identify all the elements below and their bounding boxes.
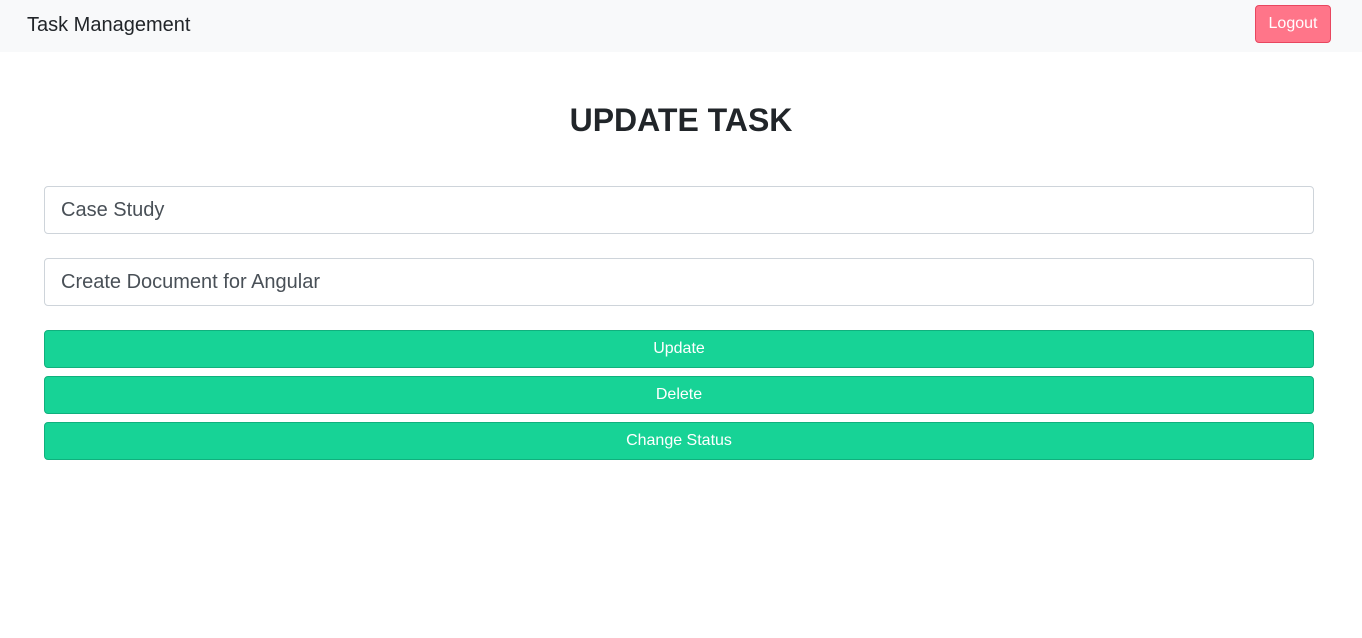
navbar: Task Management Logout — [0, 0, 1362, 52]
task-description-input[interactable] — [44, 258, 1314, 306]
task-title-input[interactable] — [44, 186, 1314, 234]
page-title: UPDATE TASK — [569, 102, 793, 138]
navbar-brand[interactable]: Task Management — [27, 13, 190, 37]
logout-button[interactable]: Logout — [1255, 5, 1331, 43]
change-status-button[interactable]: Change Status — [44, 422, 1314, 460]
delete-button[interactable]: Delete — [44, 376, 1314, 414]
update-button[interactable]: Update — [44, 330, 1314, 368]
